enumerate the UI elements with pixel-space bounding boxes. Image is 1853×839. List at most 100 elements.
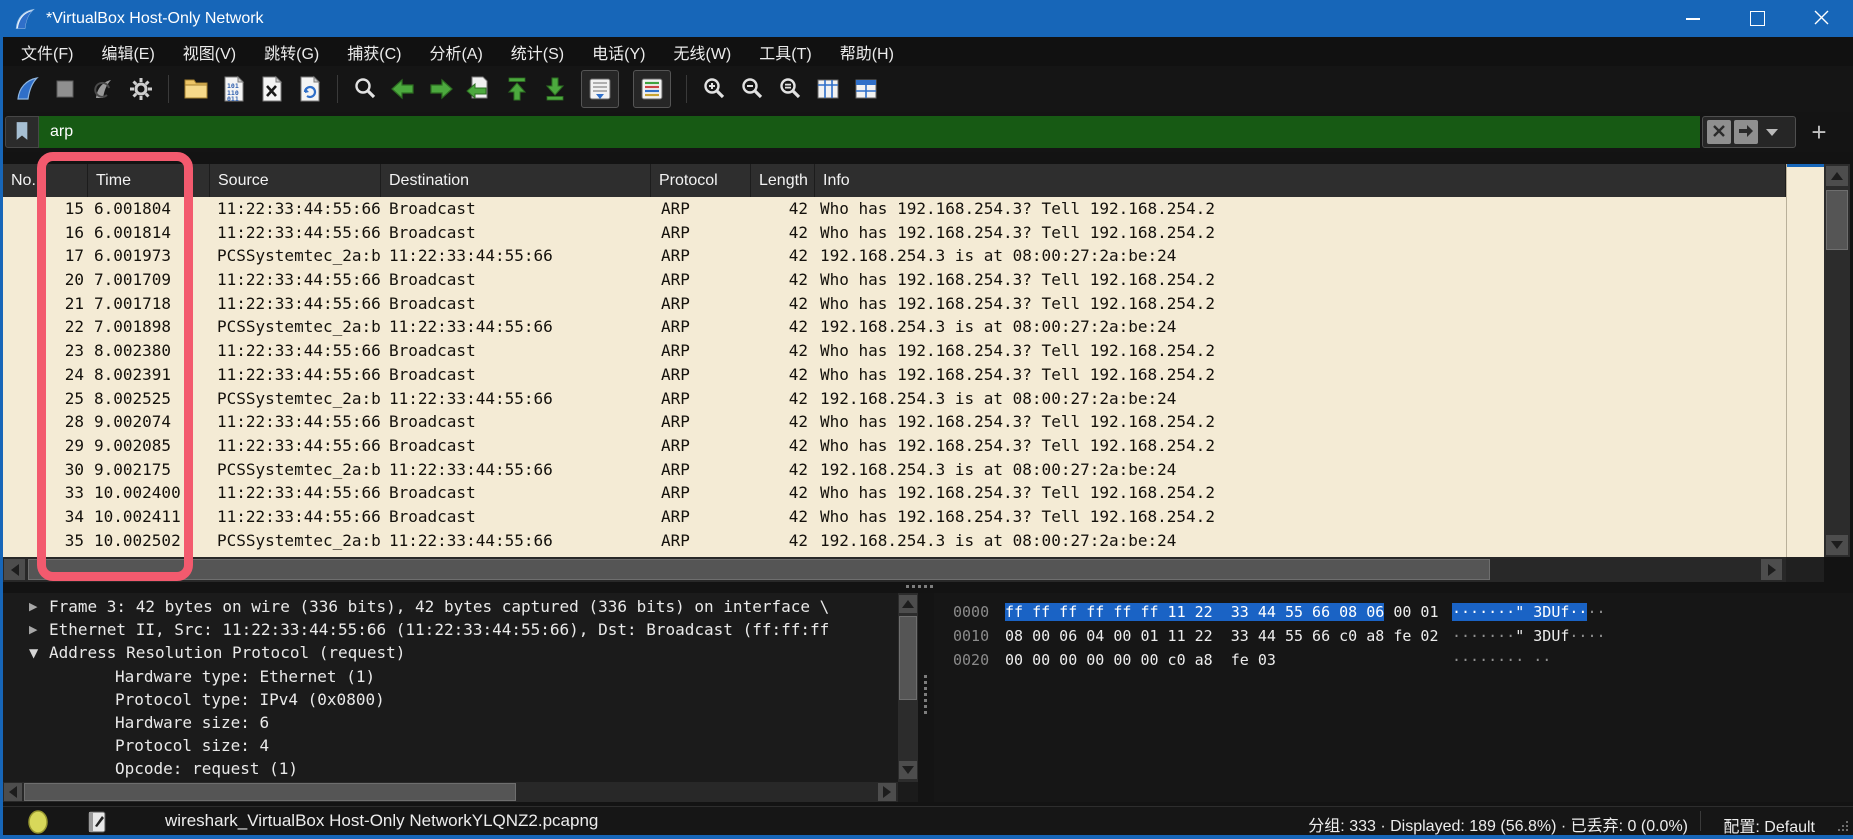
close-button[interactable] [1789, 0, 1853, 37]
capture-options-button[interactable] [123, 71, 159, 107]
go-last-button[interactable] [537, 71, 573, 107]
detail-tree-row[interactable]: ▼Address Resolution Protocol (request) [3, 641, 898, 664]
zoom-reset-button[interactable] [772, 71, 808, 107]
scroll-up-button[interactable] [1826, 166, 1848, 186]
go-forward-button[interactable] [423, 71, 459, 107]
save-file-button[interactable]: 101110011 [216, 71, 252, 107]
packet-row[interactable]: 156.00180411:22:33:44:55:66BroadcastARP4… [3, 197, 1786, 221]
hscroll-thumb[interactable] [24, 783, 516, 801]
packet-row[interactable]: 258.002525PCSSystemtec_2a:b…11:22:33:44:… [3, 387, 1786, 411]
menu-item-edit[interactable]: 编辑(E) [87, 37, 168, 67]
zoom-out-button[interactable] [734, 71, 770, 107]
horizontal-splitter-handle[interactable] [906, 585, 933, 588]
menu-item-file[interactable]: 文件(F) [7, 37, 87, 67]
auto-scroll-button[interactable] [581, 70, 619, 108]
packet-row[interactable]: 217.00171811:22:33:44:55:66BroadcastARP4… [3, 292, 1786, 316]
find-packet-button[interactable] [347, 71, 383, 107]
vscroll-thumb[interactable] [1826, 190, 1848, 250]
collapsed-arrow-icon[interactable]: ▶ [29, 600, 49, 613]
detail-hscrollbar[interactable] [3, 782, 898, 802]
menu-item-analyze[interactable]: 分析(A) [415, 37, 496, 67]
column-header-source[interactable]: Source [210, 164, 381, 197]
packet-row[interactable]: 3510.002502PCSSystemtec_2a:b…11:22:33:44… [3, 529, 1786, 553]
apply-filter-button[interactable] [1734, 120, 1758, 144]
column-header-destination[interactable]: Destination [381, 164, 651, 197]
packet-row[interactable]: 238.00238011:22:33:44:55:66BroadcastARP4… [3, 339, 1786, 363]
add-filter-button[interactable]: + [1804, 117, 1834, 147]
detail-tree-row[interactable]: Hardware size: 6 [3, 711, 898, 734]
detail-tree-row[interactable]: ▶Ethernet II, Src: 11:22:33:44:55:66 (11… [3, 618, 898, 641]
scroll-left-button[interactable] [4, 783, 22, 801]
packet-row[interactable]: 3410.00241111:22:33:44:55:66BroadcastARP… [3, 505, 1786, 529]
hscroll-thumb[interactable] [28, 559, 1490, 580]
detail-tree-row[interactable]: Opcode: request (1) [3, 757, 898, 780]
column-header-no[interactable]: No. [3, 164, 88, 197]
reset-layout-button[interactable] [848, 71, 884, 107]
column-header-protocol[interactable]: Protocol [651, 164, 751, 197]
capture-restart-button[interactable] [85, 71, 121, 107]
menu-item-statistics[interactable]: 统计(S) [497, 37, 578, 67]
menu-item-telephony[interactable]: 电话(Y) [578, 37, 659, 67]
menu-item-wireless[interactable]: 无线(W) [659, 37, 745, 67]
minimize-button[interactable] [1661, 0, 1725, 37]
menu-item-go[interactable]: 跳转(G) [250, 37, 333, 67]
menu-item-capture[interactable]: 捕获(C) [333, 37, 415, 67]
packet-row[interactable]: 289.00207411:22:33:44:55:66BroadcastARP4… [3, 410, 1786, 434]
reload-file-button[interactable] [292, 71, 328, 107]
scroll-right-button[interactable] [878, 783, 896, 801]
scroll-up-button[interactable] [899, 595, 917, 613]
packet-row[interactable]: 227.001898PCSSystemtec_2a:b…11:22:33:44:… [3, 315, 1786, 339]
go-to-packet-button[interactable] [461, 71, 497, 107]
packet-list-vscrollbar[interactable] [1824, 164, 1850, 557]
packet-row[interactable]: 309.002175PCSSystemtec_2a:b…11:22:33:44:… [3, 458, 1786, 482]
vertical-splitter[interactable] [918, 593, 934, 802]
packet-row[interactable]: 248.00239111:22:33:44:55:66BroadcastARP4… [3, 363, 1786, 387]
resize-columns-button[interactable] [810, 71, 846, 107]
scroll-down-button[interactable] [1826, 535, 1848, 555]
cell-dst: Broadcast [381, 197, 651, 221]
detail-tree-row[interactable]: ▶Frame 3: 42 bytes on wire (336 bits), 4… [3, 595, 898, 618]
menu-item-view[interactable]: 视图(V) [169, 37, 250, 67]
packet-row[interactable]: 3310.00240011:22:33:44:55:66BroadcastARP… [3, 481, 1786, 505]
column-header-time[interactable]: Time [88, 164, 210, 197]
maximize-button[interactable] [1725, 0, 1789, 37]
collapsed-arrow-icon[interactable]: ▶ [29, 623, 49, 636]
packet-list-header: No.TimeSourceDestinationProtocolLengthIn… [3, 164, 1786, 197]
packet-row[interactable]: 176.001973PCSSystemtec_2a:b…11:22:33:44:… [3, 244, 1786, 268]
go-first-button[interactable] [499, 71, 535, 107]
detail-tree-row[interactable]: Protocol type: IPv4 (0x0800) [3, 688, 898, 711]
menu-item-tools[interactable]: 工具(T) [745, 37, 825, 67]
colorize-button[interactable] [633, 70, 671, 108]
capture-start-button[interactable] [9, 71, 45, 107]
expert-info-button[interactable] [28, 810, 48, 837]
column-header-info[interactable]: Info [815, 164, 1786, 197]
close-file-button[interactable] [254, 71, 290, 107]
zoom-in-button[interactable] [696, 71, 732, 107]
detail-tree-row[interactable]: Protocol size: 4 [3, 734, 898, 757]
expanded-arrow-icon[interactable]: ▼ [29, 646, 49, 660]
hex-row[interactable]: 001008 00 06 04 00 01 11 22 33 44 55 66 … [934, 624, 1853, 648]
open-file-button[interactable] [178, 71, 214, 107]
scroll-down-button[interactable] [899, 761, 917, 779]
capture-comment-button[interactable] [87, 810, 107, 837]
display-filter-input[interactable]: arp [39, 116, 1700, 148]
go-back-button[interactable] [385, 71, 421, 107]
capture-stop-button[interactable] [47, 71, 83, 107]
cell-info: Who has 192.168.254.3? Tell 192.168.254.… [815, 197, 1786, 221]
packet-row[interactable]: 166.00181411:22:33:44:55:66BroadcastARP4… [3, 221, 1786, 245]
detail-vscrollbar[interactable] [898, 593, 918, 782]
column-header-length[interactable]: Length [751, 164, 815, 197]
packet-list-hscrollbar[interactable] [3, 557, 1824, 582]
filter-dropdown-button[interactable] [1761, 120, 1783, 144]
clear-filter-button[interactable] [1707, 120, 1731, 144]
scroll-left-button[interactable] [4, 559, 25, 580]
menu-item-help[interactable]: 帮助(H) [826, 37, 908, 67]
hex-row[interactable]: 002000 00 00 00 00 00 c0 a8 fe 03·······… [934, 648, 1853, 672]
filter-bookmark-button[interactable] [5, 116, 39, 148]
detail-tree-row[interactable]: Hardware type: Ethernet (1) [3, 665, 898, 688]
vscroll-thumb[interactable] [899, 616, 917, 700]
packet-row[interactable]: 299.00208511:22:33:44:55:66BroadcastARP4… [3, 434, 1786, 458]
hex-row[interactable]: 0000ff ff ff ff ff ff 11 22 33 44 55 66 … [934, 600, 1853, 624]
scroll-right-button[interactable] [1761, 559, 1782, 580]
packet-row[interactable]: 207.00170911:22:33:44:55:66BroadcastARP4… [3, 268, 1786, 292]
